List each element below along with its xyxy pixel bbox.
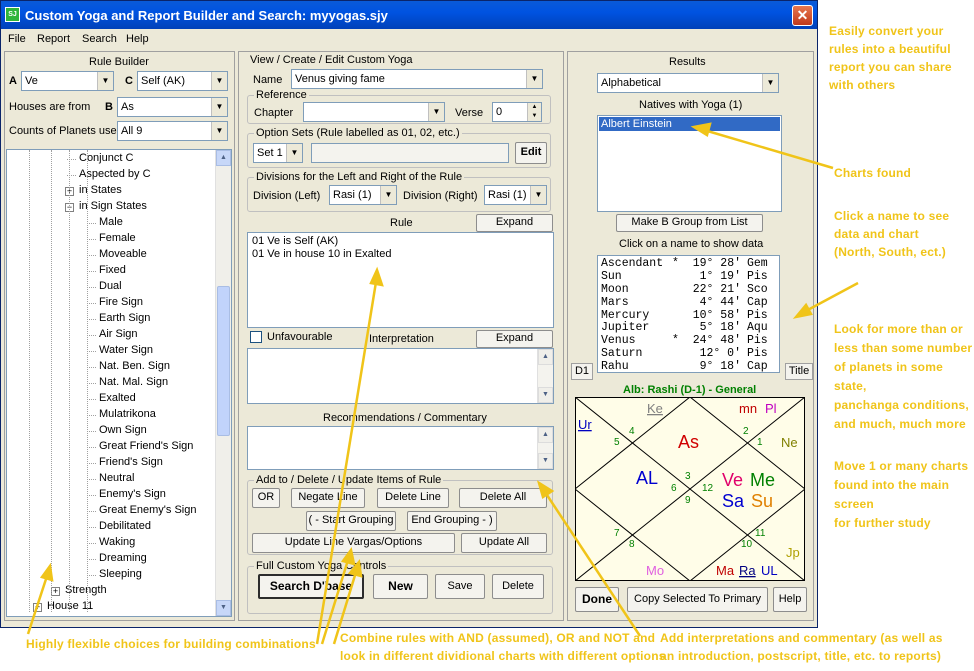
arrow-head bbox=[536, 480, 555, 499]
annotation-arrows bbox=[26, 122, 859, 645]
annotation-combine: Combine rules with AND (assumed), OR and… bbox=[340, 631, 666, 663]
arrow-head bbox=[792, 302, 813, 319]
annotation-add-interp: Add interpretations and commentary (as w… bbox=[660, 631, 943, 663]
arrow-click-name bbox=[803, 281, 859, 314]
arrow-flexible bbox=[26, 575, 49, 635]
arrow-charts-found bbox=[703, 128, 834, 170]
arrow-head bbox=[39, 562, 54, 582]
annotation-charts-found: Charts found bbox=[834, 166, 912, 180]
arrow-combine-rule bbox=[315, 281, 378, 645]
arrow-head bbox=[340, 547, 356, 566]
annotation-click-name: Click a name to see data and chart (Nort… bbox=[834, 209, 950, 259]
arrow-head bbox=[690, 122, 712, 137]
annotation-flexible: Highly flexible choices for building com… bbox=[26, 637, 316, 651]
annotation-move-charts: Move 1 or many charts found into the mai… bbox=[834, 459, 969, 530]
annotation-convert: Easily convert your rules into a beautif… bbox=[829, 24, 952, 92]
arrow-add-interp bbox=[543, 491, 642, 637]
arrow-head bbox=[369, 266, 384, 287]
annotation-look-more: Look for more than or less than some num… bbox=[834, 322, 973, 431]
